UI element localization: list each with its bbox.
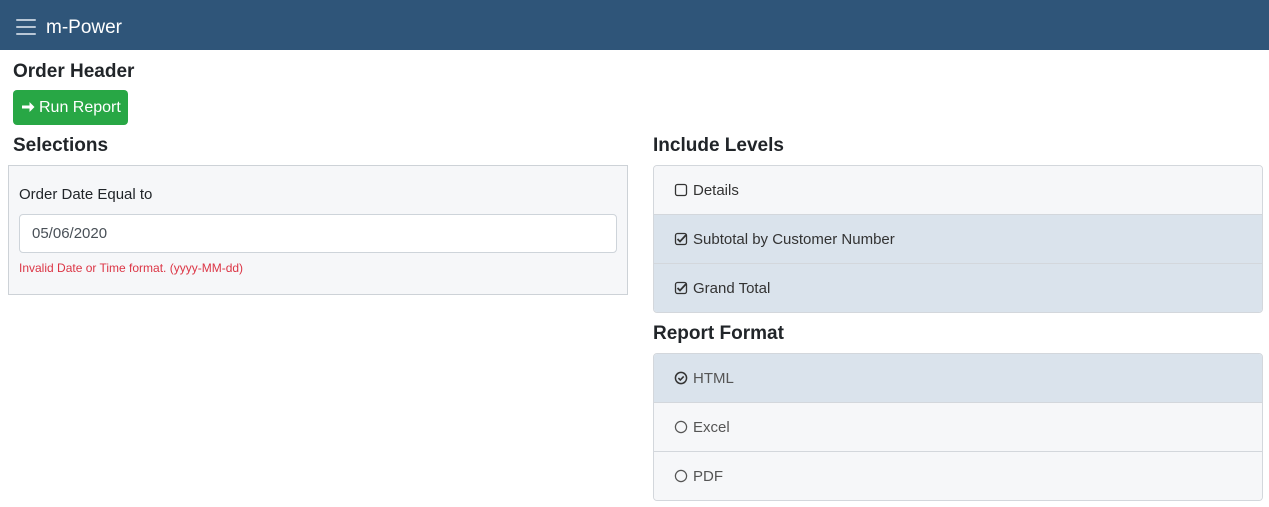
include-levels-title: Include Levels — [653, 135, 784, 156]
level-label: Grand Total — [693, 279, 771, 297]
run-report-button[interactable]: Run Report — [13, 90, 128, 125]
radio-empty-icon — [674, 420, 688, 434]
level-item-details[interactable]: Details — [654, 166, 1262, 215]
format-label: HTML — [693, 369, 734, 387]
level-label: Subtotal by Customer Number — [693, 230, 895, 248]
checked-box-icon — [674, 232, 688, 246]
format-item-pdf[interactable]: PDF — [654, 452, 1262, 500]
hamburger-menu-icon[interactable] — [16, 19, 36, 35]
level-item-grand-total[interactable]: Grand Total — [654, 264, 1262, 312]
app-brand[interactable]: m-Power — [46, 15, 122, 41]
level-item-subtotal[interactable]: Subtotal by Customer Number — [654, 215, 1262, 264]
arrow-right-icon — [22, 102, 35, 112]
selections-panel: Order Date Equal to Invalid Date or Time… — [8, 165, 628, 295]
report-format-title: Report Format — [653, 323, 784, 344]
order-date-label: Order Date Equal to — [19, 186, 153, 203]
format-label: PDF — [693, 467, 723, 485]
radio-checked-icon — [674, 371, 688, 385]
page-title: Order Header — [13, 61, 135, 82]
date-format-error: Invalid Date or Time format. (yyyy-MM-dd… — [19, 261, 244, 275]
format-item-excel[interactable]: Excel — [654, 403, 1262, 452]
top-navbar: m-Power — [0, 0, 1269, 50]
format-item-html[interactable]: HTML — [654, 354, 1262, 403]
radio-empty-icon — [674, 469, 688, 483]
unchecked-box-icon — [674, 183, 688, 197]
include-levels-list: Details Subtotal by Customer Number Gran… — [653, 165, 1263, 313]
report-format-list: HTML Excel PDF — [653, 353, 1263, 501]
level-label: Details — [693, 181, 739, 199]
run-report-label: Run Report — [39, 99, 121, 116]
order-date-input[interactable] — [19, 214, 617, 253]
format-label: Excel — [693, 418, 730, 436]
checked-box-icon — [674, 281, 688, 295]
selections-title: Selections — [13, 135, 109, 156]
